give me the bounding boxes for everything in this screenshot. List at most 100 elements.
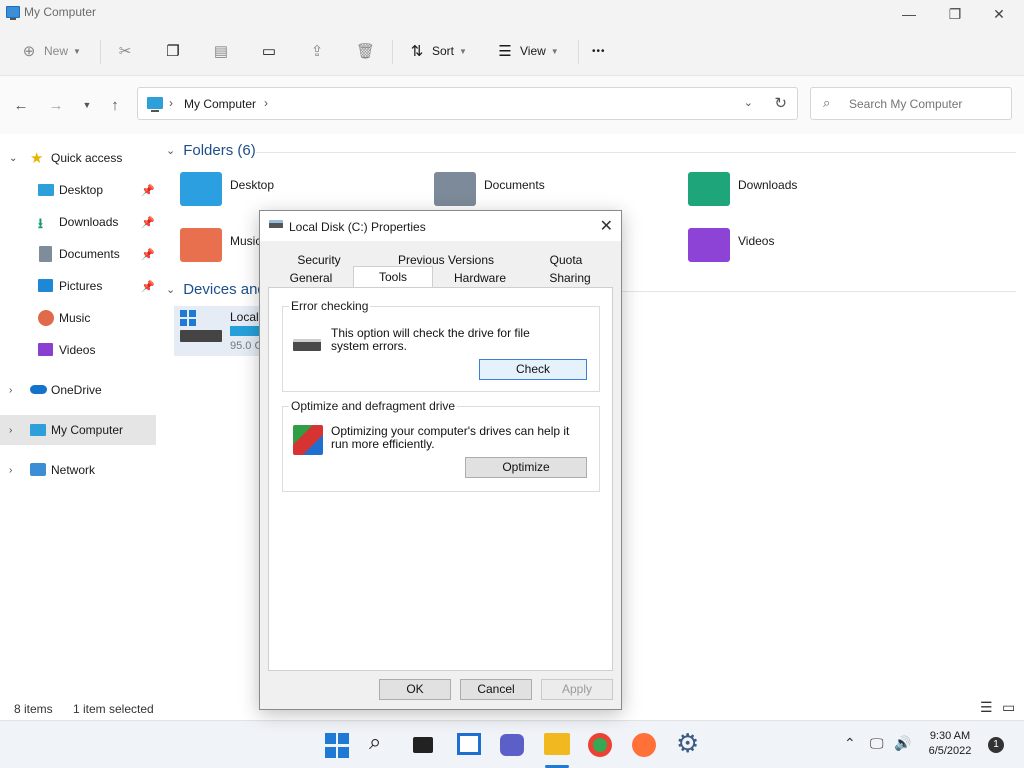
chevron-right-icon[interactable]: › [9, 425, 12, 436]
sidebar-item-label: Music [59, 311, 91, 325]
chevron-right-icon[interactable]: › [9, 385, 12, 396]
group-header-label: Folders (6) [183, 142, 256, 159]
address-bar[interactable]: › My Computer › ⌄ ↻ [137, 87, 798, 120]
network-status-icon[interactable]: 🖵 [870, 735, 884, 752]
drive-local-disk-c[interactable]: Local 95.0 G [174, 306, 264, 356]
tab-general[interactable]: General [269, 269, 353, 287]
forward-button[interactable]: → [45, 94, 67, 116]
back-button[interactable]: ← [10, 94, 32, 116]
view-label: View [520, 44, 546, 58]
minimize-button[interactable]: — [886, 0, 932, 28]
chevron-right-icon[interactable]: › [9, 465, 12, 476]
devices-group-header[interactable]: ⌄ Devices and [166, 281, 266, 298]
tab-quota[interactable]: Quota [526, 251, 606, 269]
documents-folder-icon [434, 172, 476, 206]
start-button[interactable] [325, 733, 351, 759]
task-view-icon[interactable] [413, 737, 433, 753]
group-divider [256, 152, 1016, 153]
sidebar-item-network[interactable]: › Network [0, 455, 156, 485]
up-button[interactable]: ↑ [104, 94, 126, 116]
arrow-up-icon: ↑ [111, 96, 119, 114]
check-button[interactable]: Check [479, 359, 587, 380]
firefox-icon[interactable] [632, 733, 656, 757]
chevron-down-icon: ⌄ [166, 284, 176, 296]
chrome-icon[interactable] [588, 733, 612, 757]
folders-group-header[interactable]: ⌄ Folders (6) [166, 142, 256, 159]
close-button[interactable]: ✕ [976, 0, 1022, 28]
chevron-down-icon: ▼ [459, 46, 467, 56]
tab-security[interactable]: Security [274, 251, 364, 269]
view-button[interactable]: ☰ View ▼ [496, 38, 558, 64]
cancel-button[interactable]: Cancel [460, 679, 532, 700]
sidebar-item-label: Network [51, 463, 96, 477]
paste-button[interactable]: ▤ [212, 38, 230, 64]
sidebar-item-desktop[interactable]: Desktop 📌 [0, 175, 156, 205]
address-dropdown-icon[interactable]: ⌄ [744, 96, 753, 109]
optimize-button[interactable]: Optimize [465, 457, 587, 478]
cut-button[interactable]: ✂ [116, 38, 134, 64]
maximize-button[interactable]: ❐ [932, 0, 978, 28]
search-box[interactable]: ⌕ [810, 87, 1012, 120]
recent-locations-button[interactable]: ▼ [76, 94, 98, 116]
apply-button[interactable]: Apply [541, 679, 613, 700]
tab-sharing[interactable]: Sharing [528, 269, 612, 287]
chat-icon[interactable] [500, 734, 524, 756]
drive-icon [269, 220, 283, 228]
new-button[interactable]: ⊕ New ▼ [20, 38, 81, 64]
toolbar-divider [100, 40, 101, 64]
rename-button[interactable]: ▭ [260, 38, 278, 64]
pin-icon[interactable]: 📌 [141, 248, 155, 261]
sidebar-item-music[interactable]: Music [0, 303, 156, 333]
sidebar-item-pictures[interactable]: Pictures 📌 [0, 271, 156, 301]
ok-button[interactable]: OK [379, 679, 451, 700]
refresh-icon[interactable]: ↻ [774, 94, 787, 112]
dialog-close-icon[interactable]: ✕ [600, 216, 613, 236]
tiles-view-icon[interactable]: ▭ [1002, 699, 1015, 716]
pin-icon[interactable]: 📌 [141, 280, 155, 293]
search-icon[interactable]: ⌕ [369, 729, 395, 755]
tab-tools[interactable]: Tools [353, 266, 433, 288]
address-path[interactable]: My Computer [184, 97, 256, 111]
folder-name: Downloads [738, 178, 798, 192]
pin-icon[interactable]: 📌 [141, 216, 155, 229]
search-input[interactable] [849, 95, 1004, 113]
sort-button[interactable]: ⇅ Sort ▼ [408, 38, 467, 64]
delete-button[interactable]: 🗑 [356, 38, 375, 64]
sidebar-item-label: OneDrive [51, 383, 102, 397]
command-bar: ⊕ New ▼ ✂ ❐ ▤ ▭ ⇪ 🗑 ⇅ Sort ▼ ☰ View ▼ ••… [0, 28, 1024, 76]
notification-badge[interactable]: 1 [988, 737, 1004, 753]
sidebar-item-label: Documents [59, 247, 120, 261]
chevron-up-icon[interactable]: ⌃ [844, 735, 856, 752]
download-icon: ⭳ [38, 215, 43, 231]
group-header-label: Devices and [183, 281, 266, 298]
copy-icon: ❐ [166, 43, 180, 60]
details-view-icon[interactable]: ☰ [980, 699, 993, 716]
file-explorer-icon[interactable] [544, 733, 570, 755]
pin-icon[interactable]: 📌 [141, 184, 155, 197]
widgets-icon[interactable] [457, 733, 481, 755]
chevron-right-icon[interactable]: › [264, 96, 268, 110]
sidebar-item-quick-access[interactable]: ⌄ ★ Quick access [0, 143, 156, 173]
rename-icon: ▭ [261, 43, 277, 60]
sidebar-item-my-computer[interactable]: › My Computer [0, 415, 156, 445]
volume-icon[interactable]: 🔊 [894, 735, 911, 752]
address-row: ← → ▼ ↑ › My Computer › ⌄ ↻ ⌕ [0, 76, 1024, 134]
music-folder-icon [180, 228, 222, 262]
settings-gear-icon[interactable]: ⚙ [676, 730, 702, 756]
more-options-button[interactable]: ••• [592, 38, 606, 64]
toolbar-divider [392, 40, 393, 64]
sidebar-item-documents[interactable]: Documents 📌 [0, 239, 156, 269]
star-icon: ★ [30, 150, 44, 167]
document-icon [39, 246, 52, 262]
sidebar-item-downloads[interactable]: ⭳ Downloads 📌 [0, 207, 156, 237]
sidebar-item-onedrive[interactable]: › OneDrive [0, 375, 156, 405]
chevron-down-icon: ⌄ [166, 145, 176, 157]
chevron-down-icon[interactable]: ⌄ [9, 153, 17, 164]
copy-button[interactable]: ❐ [164, 38, 182, 64]
clock[interactable]: 9:30 AM 6/5/2022 [920, 729, 980, 759]
optimize-description: Optimizing your computer's drives can he… [331, 424, 570, 451]
tab-hardware[interactable]: Hardware [435, 269, 525, 287]
sidebar-item-label: Pictures [59, 279, 103, 293]
share-button[interactable]: ⇪ [308, 38, 326, 64]
sidebar-item-videos[interactable]: Videos [0, 335, 156, 365]
